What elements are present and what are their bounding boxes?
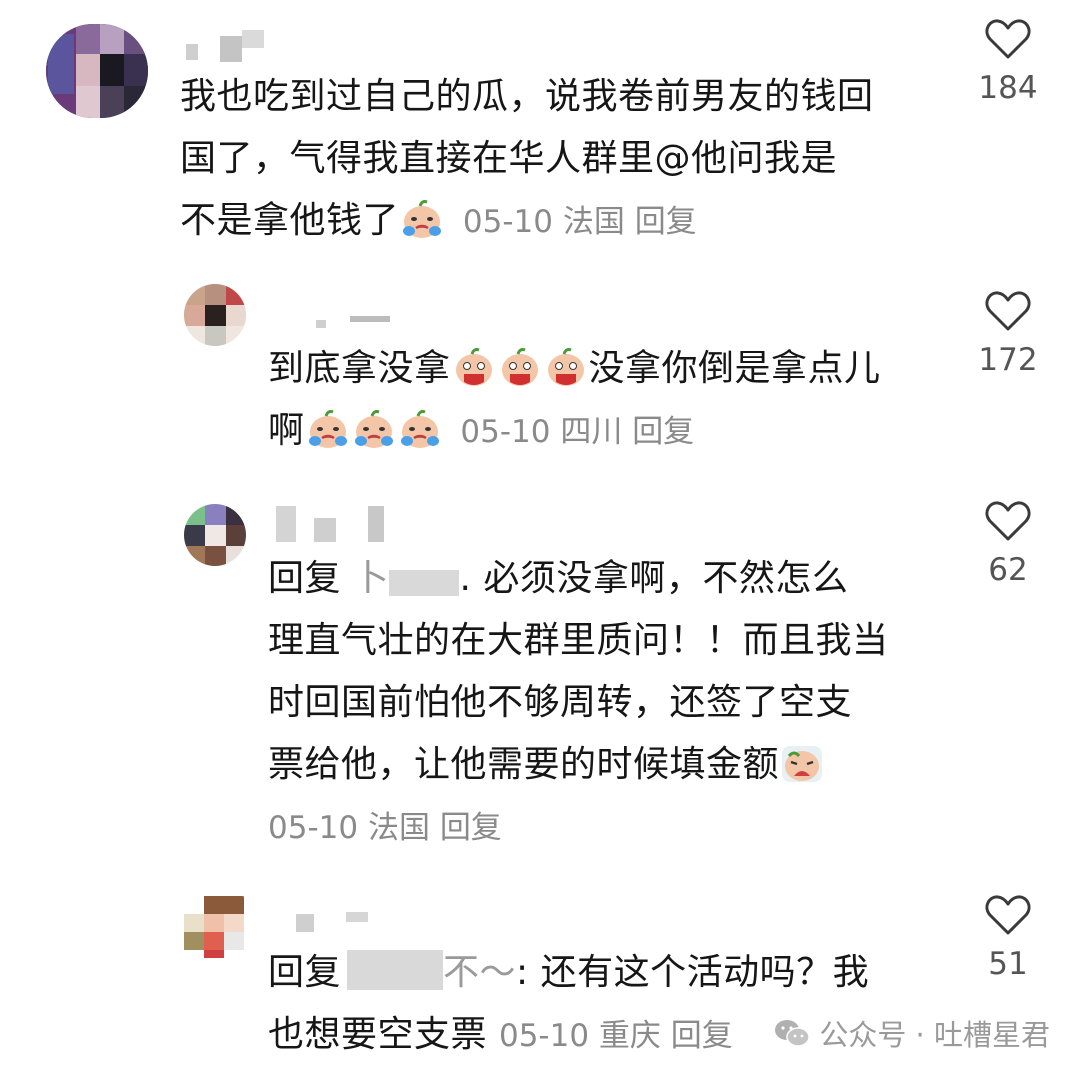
comment-location: 法国 (367, 810, 430, 846)
comment-line: 啊 (268, 410, 305, 451)
mention-visible: 不～ (443, 952, 517, 993)
reply-button[interactable]: 回复 (440, 810, 502, 846)
comment-line: 理直气壮的在大群里质问！！而且我当 (268, 620, 889, 661)
comment-line: 没拿你倒是拿点儿 (588, 348, 881, 389)
like-count: 172 (978, 342, 1038, 378)
like-count: 62 (988, 552, 1028, 588)
avatar[interactable] (184, 504, 246, 566)
avatar[interactable] (184, 284, 246, 346)
comment-line: : 还有这个活动吗？我 (516, 952, 870, 993)
mention-end: . (459, 558, 472, 599)
heart-icon (985, 895, 1031, 935)
comment-date: 05-10 (460, 414, 551, 450)
avatar[interactable] (46, 24, 148, 118)
comment-line: 到底拿没拿 (268, 348, 451, 389)
mention-visible: 卜 (352, 558, 390, 599)
username-redacted[interactable] (276, 506, 396, 542)
crying-emoji-icon (352, 408, 396, 450)
comment-text: 我也吃到过自己的瓜，说我卷前男友的钱回 国了，气得我直接在华人群里@他问我是 不… (180, 66, 950, 253)
comment-line: 时回国前怕他不够周转，还签了空支 (268, 682, 853, 723)
comment-date: 05-10 (498, 1018, 590, 1054)
comment-location: 重庆 (598, 1018, 661, 1054)
reply-prefix: 回复 (268, 952, 342, 993)
crying-emoji-icon (398, 408, 442, 450)
sad-emoji-icon (780, 742, 824, 784)
reply-button[interactable]: 回复 (635, 204, 697, 240)
comment-date: 05-10 (462, 204, 553, 240)
watermark-label: 公众号 · 吐槽星君 (819, 1018, 1050, 1052)
watermark: 公众号 · 吐槽星君 (773, 1012, 1050, 1054)
comment-location: 法国 (562, 204, 625, 240)
bleeding-emoji-icon (452, 346, 496, 388)
bleeding-emoji-icon (498, 346, 542, 388)
mention-name[interactable]: 卜. (353, 558, 471, 599)
bleeding-emoji-icon (544, 346, 588, 388)
wechat-icon (775, 1020, 811, 1047)
comment-line: 票给他，让他需要的时候填金额 (268, 744, 780, 785)
comment-line: 国了，气得我直接在华人群里@他问我是 (180, 138, 838, 179)
like-button[interactable]: 172 (958, 290, 1058, 378)
avatar[interactable] (184, 896, 246, 958)
reply-button[interactable]: 回复 (632, 414, 694, 450)
like-button[interactable]: 51 (958, 894, 1058, 982)
like-count: 51 (988, 946, 1028, 982)
comment-line: 必须没拿啊，不然怎么 (483, 558, 849, 599)
heart-icon (985, 19, 1031, 59)
like-count: 184 (978, 70, 1038, 106)
mention-name[interactable]: 不～ (341, 950, 517, 993)
username-redacted[interactable] (186, 30, 286, 66)
mention-redacted (389, 570, 460, 596)
comment-date: 05-10 (268, 810, 359, 846)
heart-icon (985, 501, 1031, 541)
reply-button[interactable]: 回复 (671, 1018, 733, 1054)
comment-location: 四川 (560, 414, 623, 450)
comment-text: 到底拿没拿 没拿你倒是拿点儿 啊 05-10 四川 回复 (268, 338, 968, 463)
like-button[interactable]: 62 (958, 500, 1058, 588)
reply-prefix: 回复 (268, 558, 342, 599)
like-button[interactable]: 184 (958, 18, 1058, 106)
comment-line: 不是拿他钱了 (180, 200, 400, 241)
comment-text: 回复 卜. 必须没拿啊，不然怎么 理直气壮的在大群里质问！！而且我当 时回国前怕… (268, 548, 948, 859)
comment-line: 我也吃到过自己的瓜，说我卷前男友的钱回 (180, 76, 874, 117)
comment-line: 也想要空支票 (268, 1014, 488, 1055)
crying-emoji-icon (400, 198, 444, 240)
crying-emoji-icon (306, 408, 350, 450)
heart-icon (985, 291, 1031, 331)
mention-redacted (347, 950, 444, 990)
